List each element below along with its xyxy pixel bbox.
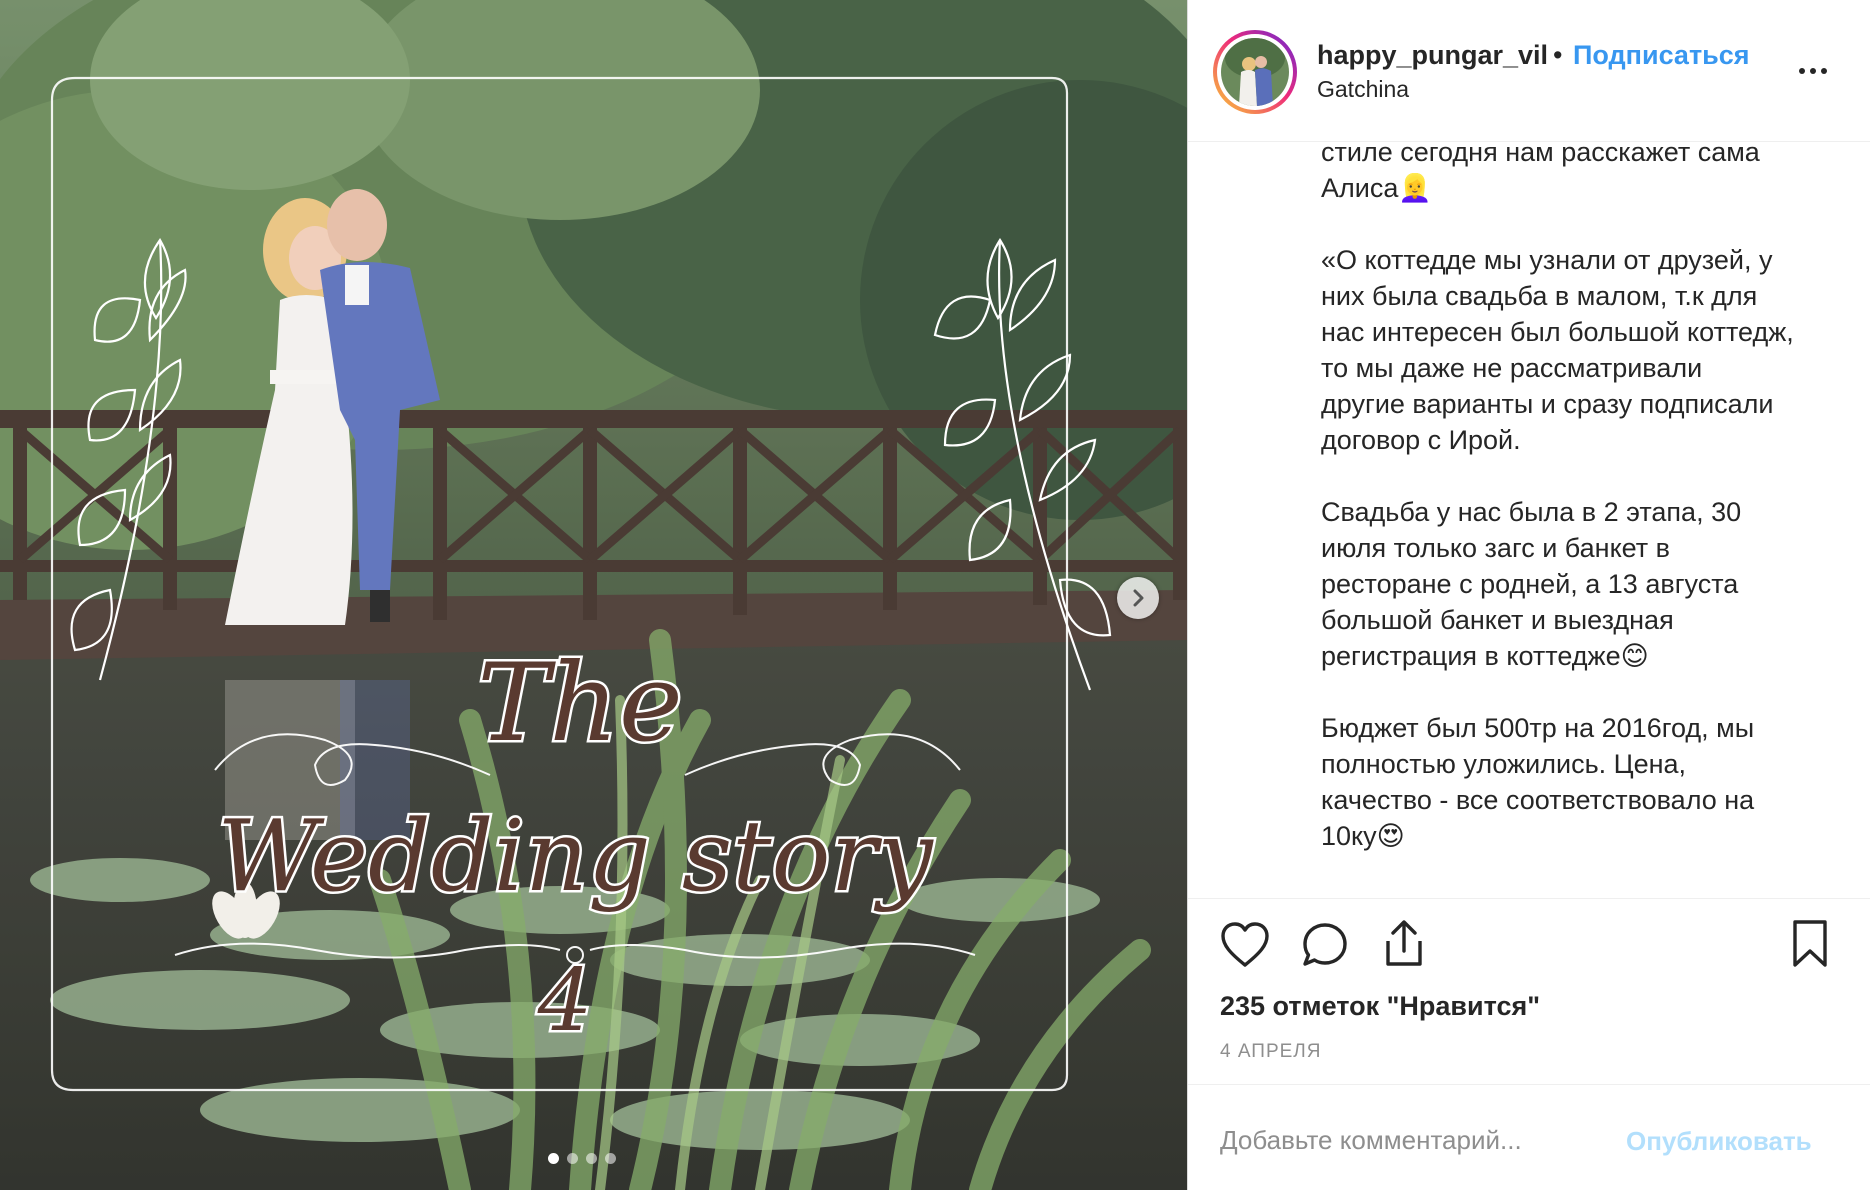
comment-form: Опубликовать	[1188, 1084, 1870, 1190]
caption-paragraph: «О коттедде мы узнали от друзей, у них б…	[1321, 245, 1794, 455]
username-link[interactable]: happy_pungar_vil	[1317, 40, 1548, 71]
caption-paragraph: Бюджет был 500тр на 2016год, мы полность…	[1321, 713, 1755, 851]
comment-input[interactable]	[1220, 1125, 1620, 1156]
caption-area: стиле сегодня нам расскажет сама Алиса👱‍…	[1188, 142, 1870, 898]
save-button[interactable]	[1790, 919, 1830, 974]
chevron-right-icon	[1133, 589, 1144, 607]
overlay-title-line1: The	[477, 641, 683, 766]
like-button[interactable]	[1220, 921, 1270, 974]
caption-paragraph: Свадьба у нас была в 2 этапа, 30 июля то…	[1321, 497, 1742, 671]
post-date[interactable]: 4 АПРЕЛЯ	[1220, 1041, 1322, 1063]
caption-paragraph: стиле сегодня нам расскажет сама Алиса👱‍…	[1321, 142, 1760, 203]
avatar[interactable]	[1213, 30, 1297, 114]
follow-button[interactable]: Подписаться	[1573, 40, 1750, 71]
carousel-dot	[567, 1153, 578, 1164]
action-bar: 235 отметок "Нравится" 4 АПРЕЛЯ	[1188, 898, 1870, 1084]
share-icon	[1386, 920, 1422, 966]
comment-button[interactable]	[1300, 921, 1350, 974]
avatar-image	[1221, 38, 1289, 106]
overlay-title-line2: Wedding story	[217, 800, 934, 914]
post-media[interactable]: The Wedding story 4	[0, 0, 1187, 1190]
bookmark-icon	[1793, 920, 1827, 967]
post-header: happy_pungar_vil • Подписаться Gatchina	[1188, 0, 1870, 142]
caption-text: стиле сегодня нам расскажет сама Алиса👱‍…	[1321, 142, 1851, 890]
location-link[interactable]: Gatchina	[1317, 76, 1409, 103]
comment-icon	[1303, 923, 1347, 966]
likes-count[interactable]: 235 отметок "Нравится"	[1220, 991, 1540, 1022]
carousel-dot	[548, 1153, 559, 1164]
publish-button[interactable]: Опубликовать	[1626, 1126, 1812, 1157]
share-button[interactable]	[1380, 919, 1428, 974]
post-photo: The Wedding story 4	[0, 0, 1187, 1190]
more-options-icon[interactable]	[1793, 58, 1833, 84]
next-slide-button[interactable]	[1117, 577, 1159, 619]
post-sidebar: happy_pungar_vil • Подписаться Gatchina …	[1187, 0, 1870, 1190]
carousel-dot	[586, 1153, 597, 1164]
heart-icon	[1221, 922, 1269, 967]
carousel-dot	[605, 1153, 616, 1164]
overlay-number: 4	[537, 951, 593, 1051]
carousel-indicator	[548, 1153, 616, 1164]
separator-dot: •	[1553, 40, 1563, 70]
